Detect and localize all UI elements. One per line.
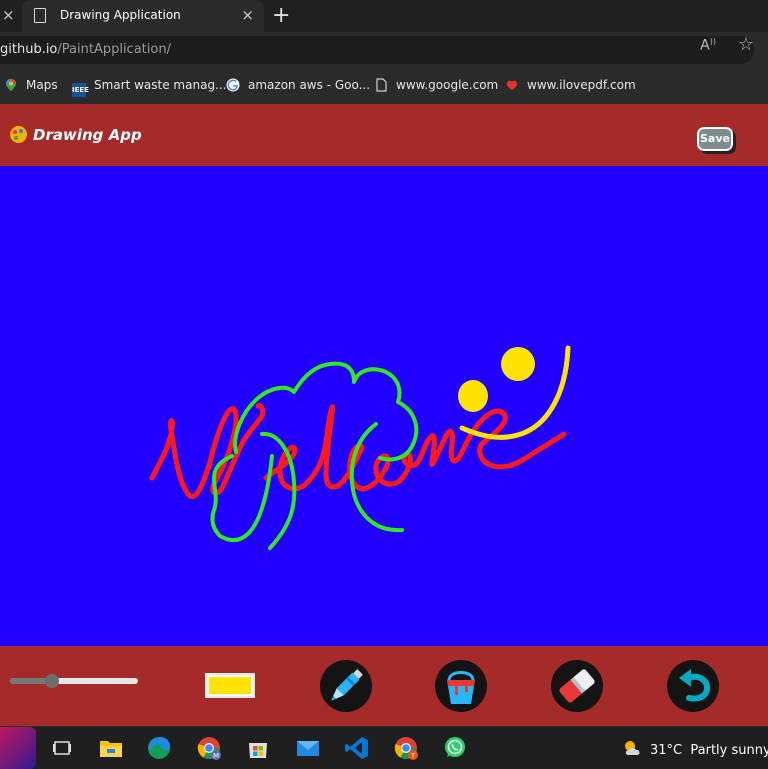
microsoft-store-icon[interactable] [245,735,271,761]
start-avatar-icon[interactable] [0,727,36,769]
tab-drawing-application[interactable]: Drawing Application × [22,0,264,32]
document-icon [376,78,387,92]
save-button[interactable]: Save [697,127,733,151]
app-brand: Drawing App [10,126,142,144]
undo-icon [679,669,711,702]
partly-sunny-icon [622,739,642,755]
heart-icon [506,80,518,90]
tab-title: Drawing Application [60,8,181,22]
fill-bucket-icon [447,671,475,704]
drawing-toolbar [0,646,768,726]
mail-icon[interactable] [295,735,321,761]
app-header: Drawing App Save [0,104,768,166]
chrome-t-profile-icon[interactable]: T [393,735,419,761]
browser-tab-bar: × Drawing Application × + [0,0,768,32]
edge-icon[interactable] [146,735,172,761]
vscode-icon[interactable] [344,735,370,761]
bookmark-ilovepdf[interactable]: www.ilovepdf.com [505,78,636,92]
url-host: github.io [0,42,58,57]
app-title: Drawing App [33,126,142,144]
bookmark-amazon-aws[interactable]: amazon aws - Goo... [226,78,370,92]
tab-close-icon[interactable]: × [241,6,254,24]
eraser-tool-button[interactable] [551,660,603,712]
address-bar-row: github.io/PaintApplication/ A)) ☆ [0,32,768,68]
read-aloud-icon[interactable]: A)) [700,37,716,54]
bookmark-smart-waste[interactable]: IEEE Smart waste manag... [72,78,227,97]
new-tab-button[interactable]: + [272,3,290,28]
svg-text:M: M [213,752,219,760]
bookmarks-bar: Maps IEEE Smart waste manag... amazon aws… [0,68,768,104]
task-view-icon[interactable] [50,735,76,761]
canvas-drawing [149,345,571,550]
whatsapp-icon[interactable] [442,735,468,761]
ieee-icon: IEEE [72,83,89,97]
chrome-m-profile-icon[interactable]: M [196,735,222,761]
tree-crown-stroke [210,361,419,543]
smiley-left-eye [458,380,488,412]
page-icon [34,8,46,23]
weather-temp: 31°C [650,743,683,758]
maps-pin-icon [6,79,16,91]
drawing-canvas[interactable] [0,166,768,646]
url-text: github.io/PaintApplication/ [0,42,171,57]
windows-taskbar: M T 31°C Partly sunny [0,726,768,769]
google-icon [226,78,240,92]
weather-desc: Partly sunny [690,743,768,758]
eraser-icon [559,669,595,703]
palette-icon [10,126,27,143]
smiley-right-eye [501,347,535,381]
brush-size-slider[interactable] [10,674,138,688]
slider-thumb[interactable] [45,674,60,688]
address-bar[interactable]: github.io/PaintApplication/ [0,36,754,64]
close-icon[interactable]: × [2,6,15,24]
file-explorer-icon[interactable] [98,735,124,761]
bookmark-maps[interactable]: Maps [4,78,58,92]
fill-bucket-tool-button[interactable] [435,660,487,712]
svg-text:T: T [410,752,416,760]
color-picker[interactable] [205,673,255,698]
brush-icon [331,669,363,701]
brush-tool-button[interactable] [320,660,372,712]
url-path: /PaintApplication/ [57,42,171,57]
welcome-stroke [149,403,266,499]
undo-tool-button[interactable] [667,660,719,712]
bookmark-google[interactable]: www.google.com [374,78,498,92]
favorite-star-icon[interactable]: ☆ [738,34,754,55]
color-swatch [209,677,251,694]
weather-widget[interactable]: 31°C Partly sunny [622,739,768,758]
